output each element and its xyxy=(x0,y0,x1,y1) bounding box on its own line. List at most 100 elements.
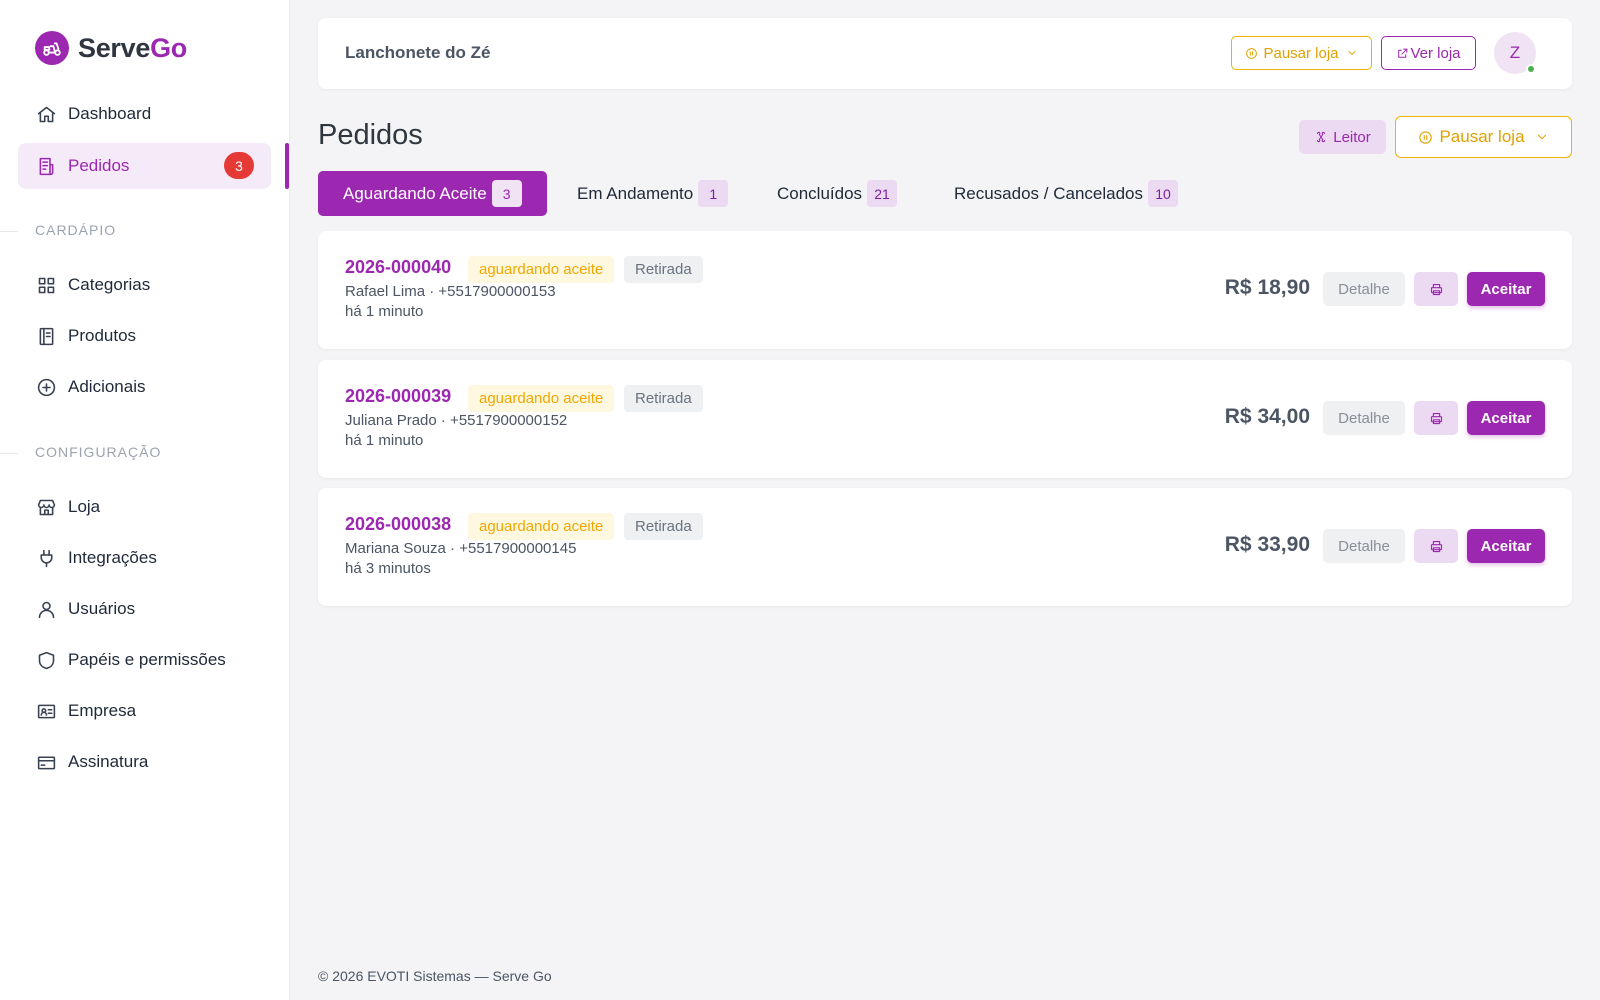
chevron-down-icon xyxy=(1537,134,1546,140)
section-divider xyxy=(0,231,18,232)
store-name: Lanchonete do Zé xyxy=(345,43,491,62)
accept-button[interactable]: Aceitar xyxy=(1467,401,1545,435)
sidebar-item-label: Integrações xyxy=(68,548,157,567)
print-button[interactable] xyxy=(1414,272,1458,306)
reader-label: Leitor xyxy=(1333,128,1371,146)
printer-icon xyxy=(1430,540,1442,552)
id-card-icon xyxy=(35,700,57,722)
status-badge: aguardando aceite xyxy=(468,385,615,412)
status-badge: aguardando aceite xyxy=(468,256,615,283)
sidebar-item-produtos[interactable]: Produtos xyxy=(18,313,271,359)
scan-icon xyxy=(1317,131,1326,143)
section-label-configuracao: CONFIGURAÇÃO xyxy=(35,444,162,460)
notebook-icon xyxy=(35,325,57,347)
sidebar-item-empresa[interactable]: Empresa xyxy=(18,688,271,734)
tab-count: 21 xyxy=(867,180,898,207)
brand-name: ServeGo xyxy=(78,32,187,63)
sidebar-item-label: Usuários xyxy=(68,599,136,618)
avatar[interactable]: Z xyxy=(1494,32,1536,74)
avatar-initial: Z xyxy=(1509,43,1521,62)
customer-info: Mariana Souza · +5517900000145 xyxy=(345,540,577,557)
credit-card-icon xyxy=(35,751,57,773)
pause-store-dropdown[interactable]: Pausar loja xyxy=(1231,36,1372,70)
user-icon xyxy=(35,598,57,620)
tab-concluidos[interactable]: Concluídos 21 xyxy=(777,171,898,216)
tab-label: Concluídos xyxy=(777,183,863,203)
order-card[interactable]: 2026-000040 aguardando aceite Retirada R… xyxy=(318,231,1572,349)
pedidos-count-badge: 3 xyxy=(224,152,254,179)
order-id[interactable]: 2026-000040 xyxy=(345,257,451,278)
detail-button[interactable]: Detalhe xyxy=(1323,529,1405,563)
pause-circle-icon xyxy=(1419,130,1433,144)
active-indicator xyxy=(285,143,289,189)
order-type-badge: Retirada xyxy=(624,513,703,540)
section-divider xyxy=(0,453,18,454)
view-store-label: Ver loja xyxy=(1410,44,1461,62)
print-button[interactable] xyxy=(1414,529,1458,563)
external-link-icon xyxy=(1398,48,1408,58)
order-card[interactable]: 2026-000038 aguardando aceite Retirada M… xyxy=(318,488,1572,606)
online-status-dot xyxy=(1526,64,1536,74)
sidebar-item-usuarios[interactable]: Usuários xyxy=(18,586,271,632)
sidebar-item-assinatura[interactable]: Assinatura xyxy=(18,739,271,785)
tab-aguardando-aceite[interactable]: Aguardando Aceite 3 xyxy=(318,171,547,216)
detail-button[interactable]: Detalhe xyxy=(1323,401,1405,435)
sidebar-item-dashboard[interactable]: Dashboard xyxy=(18,91,271,137)
tab-count: 1 xyxy=(698,180,729,207)
print-button[interactable] xyxy=(1414,401,1458,435)
order-id[interactable]: 2026-000038 xyxy=(345,514,451,535)
order-price: R$ 18,90 xyxy=(1224,276,1310,299)
tab-recusados-cancelados[interactable]: Recusados / Cancelados 10 xyxy=(954,171,1179,216)
sidebar-item-label: Empresa xyxy=(68,701,137,720)
order-price: R$ 33,90 xyxy=(1224,533,1310,556)
accept-button[interactable]: Aceitar xyxy=(1467,272,1545,306)
accept-button[interactable]: Aceitar xyxy=(1467,529,1545,563)
order-price: R$ 34,00 xyxy=(1224,405,1310,428)
shield-icon xyxy=(35,649,57,671)
reader-button[interactable]: Leitor xyxy=(1299,120,1386,154)
tab-label: Aguardando Aceite xyxy=(343,183,487,203)
sidebar-item-label: Papéis e permissões xyxy=(68,650,226,669)
order-time: há 1 minuto xyxy=(345,303,424,320)
sidebar-item-label: Dashboard xyxy=(68,104,152,123)
pause-store-label: Pausar loja xyxy=(1263,44,1339,62)
order-type-badge: Retirada xyxy=(624,256,703,283)
tab-label: Em Andamento xyxy=(577,183,694,203)
plus-circle-icon xyxy=(35,376,57,398)
order-time: há 1 minuto xyxy=(345,432,424,449)
sidebar: ServeGo Dashboard Pedidos 3 CARDÁPIO Cat… xyxy=(0,0,290,1000)
tab-label: Recusados / Cancelados xyxy=(954,183,1144,203)
plug-icon xyxy=(35,547,57,569)
sidebar-item-loja[interactable]: Loja xyxy=(18,484,271,530)
chevron-down-icon xyxy=(1348,51,1355,55)
sidebar-item-label: Pedidos xyxy=(68,156,130,175)
brand-logo[interactable]: ServeGo xyxy=(35,31,187,65)
detail-button[interactable]: Detalhe xyxy=(1323,272,1405,306)
sidebar-item-categorias[interactable]: Categorias xyxy=(18,262,271,308)
tab-em-andamento[interactable]: Em Andamento 1 xyxy=(577,171,729,216)
pause-store-main-dropdown[interactable]: Pausar loja xyxy=(1395,116,1572,158)
sidebar-item-integracoes[interactable]: Integrações xyxy=(18,535,271,581)
sidebar-item-pedidos[interactable]: Pedidos 3 xyxy=(18,143,271,189)
printer-icon xyxy=(1430,412,1442,424)
sidebar-item-papeis[interactable]: Papéis e permissões xyxy=(18,637,271,683)
sidebar-item-label: Loja xyxy=(68,497,101,516)
sidebar-item-adicionais[interactable]: Adicionais xyxy=(18,364,271,410)
order-card[interactable]: 2026-000039 aguardando aceite Retirada J… xyxy=(318,360,1572,478)
customer-info: Juliana Prado · +5517900000152 xyxy=(345,412,568,429)
order-time: há 3 minutos xyxy=(345,560,431,577)
sidebar-item-label: Categorias xyxy=(68,275,151,294)
receipt-icon xyxy=(35,155,57,177)
grid-icon xyxy=(35,274,57,296)
home-icon xyxy=(35,103,57,125)
pause-store-main-label: Pausar loja xyxy=(1439,127,1525,146)
tab-count: 3 xyxy=(491,180,522,207)
view-store-button[interactable]: Ver loja xyxy=(1381,36,1476,70)
sidebar-item-label: Assinatura xyxy=(68,752,149,771)
section-label-cardapio: CARDÁPIO xyxy=(35,222,117,238)
sidebar-item-label: Adicionais xyxy=(68,377,146,396)
pause-circle-icon xyxy=(1246,47,1258,59)
page-title: Pedidos xyxy=(318,119,423,151)
order-id[interactable]: 2026-000039 xyxy=(345,386,451,407)
status-badge: aguardando aceite xyxy=(468,513,615,540)
